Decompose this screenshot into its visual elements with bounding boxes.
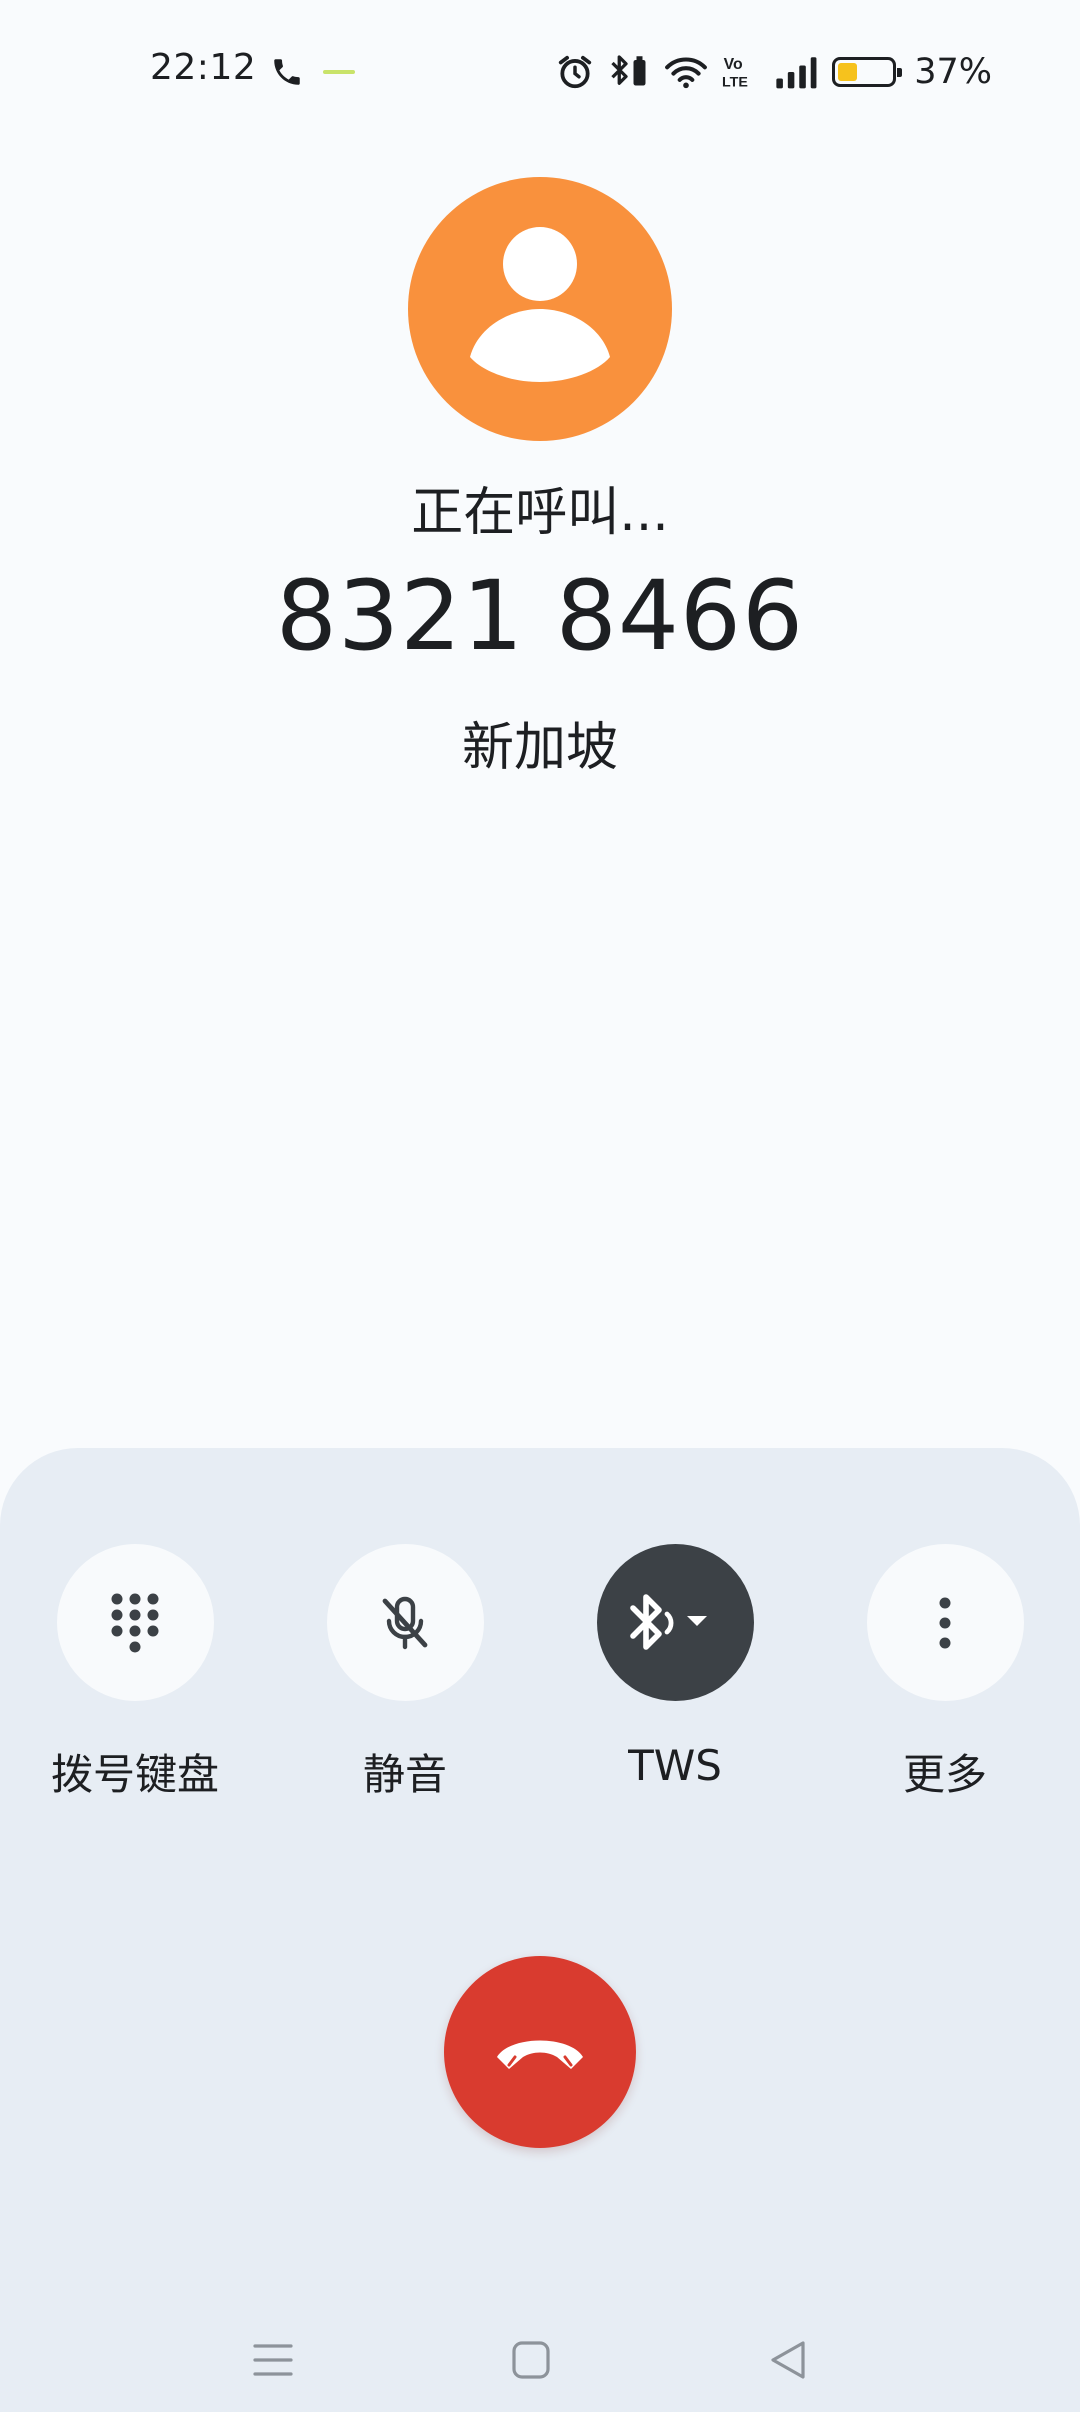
recent-apps-button[interactable] <box>243 2330 303 2390</box>
status-time: 22:12 <box>150 47 257 88</box>
more-vertical-icon <box>939 1597 951 1648</box>
back-button[interactable] <box>758 2330 818 2390</box>
mute-icon <box>382 1596 428 1649</box>
end-call-button[interactable] <box>444 1956 636 2148</box>
battery-percentage: 37% <box>914 52 992 92</box>
svg-text:Vo: Vo <box>724 56 743 73</box>
status-notification-dot <box>323 70 355 74</box>
navigation-bar <box>0 2300 1080 2412</box>
status-icons: Vo LTE 37% <box>556 48 992 96</box>
caller-location: 新加坡 <box>461 718 618 778</box>
status-bar: 22:12 Vo LTE 37% <box>0 0 1080 150</box>
dialpad-label: 拨号键盘 <box>50 1750 219 1799</box>
menu-icon <box>253 2344 293 2376</box>
volte-icon: Vo LTE <box>722 56 748 90</box>
alarm-icon <box>559 55 592 89</box>
wifi-icon <box>665 57 708 89</box>
mute-button[interactable]: 静音 <box>305 1544 505 1802</box>
bluetooth-battery-icon <box>611 55 646 86</box>
more-label: 更多 <box>902 1750 987 1799</box>
battery-level <box>838 63 858 81</box>
home-icon <box>512 2341 550 2379</box>
signal-icon <box>776 57 817 89</box>
tws-label: TWS <box>628 1741 722 1790</box>
battery-icon <box>832 57 903 87</box>
mute-button-circle[interactable] <box>326 1544 484 1701</box>
phone-icon <box>274 59 300 85</box>
bluetooth-audio-icon <box>630 1593 707 1650</box>
dialpad-button-circle[interactable] <box>56 1544 214 1701</box>
tws-audio-button-circle[interactable] <box>596 1544 754 1701</box>
dialpad-button[interactable]: 拨号键盘 <box>35 1544 235 1802</box>
more-button-circle[interactable] <box>866 1544 1024 1701</box>
contact-avatar <box>408 177 672 441</box>
back-icon <box>771 2341 805 2379</box>
battery-cap <box>897 68 903 77</box>
tws-audio-button[interactable]: TWS <box>575 1544 775 1790</box>
dialpad-icon <box>111 1593 159 1652</box>
svg-text:LTE: LTE <box>722 74 748 90</box>
call-status: 正在呼叫... <box>411 483 669 543</box>
home-button[interactable] <box>501 2330 561 2390</box>
phone-number: 8321 8466 <box>275 560 805 672</box>
end-call-icon <box>497 2040 583 2069</box>
mute-label: 静音 <box>362 1750 447 1799</box>
more-button[interactable]: 更多 <box>845 1544 1045 1802</box>
person-icon <box>470 227 610 382</box>
